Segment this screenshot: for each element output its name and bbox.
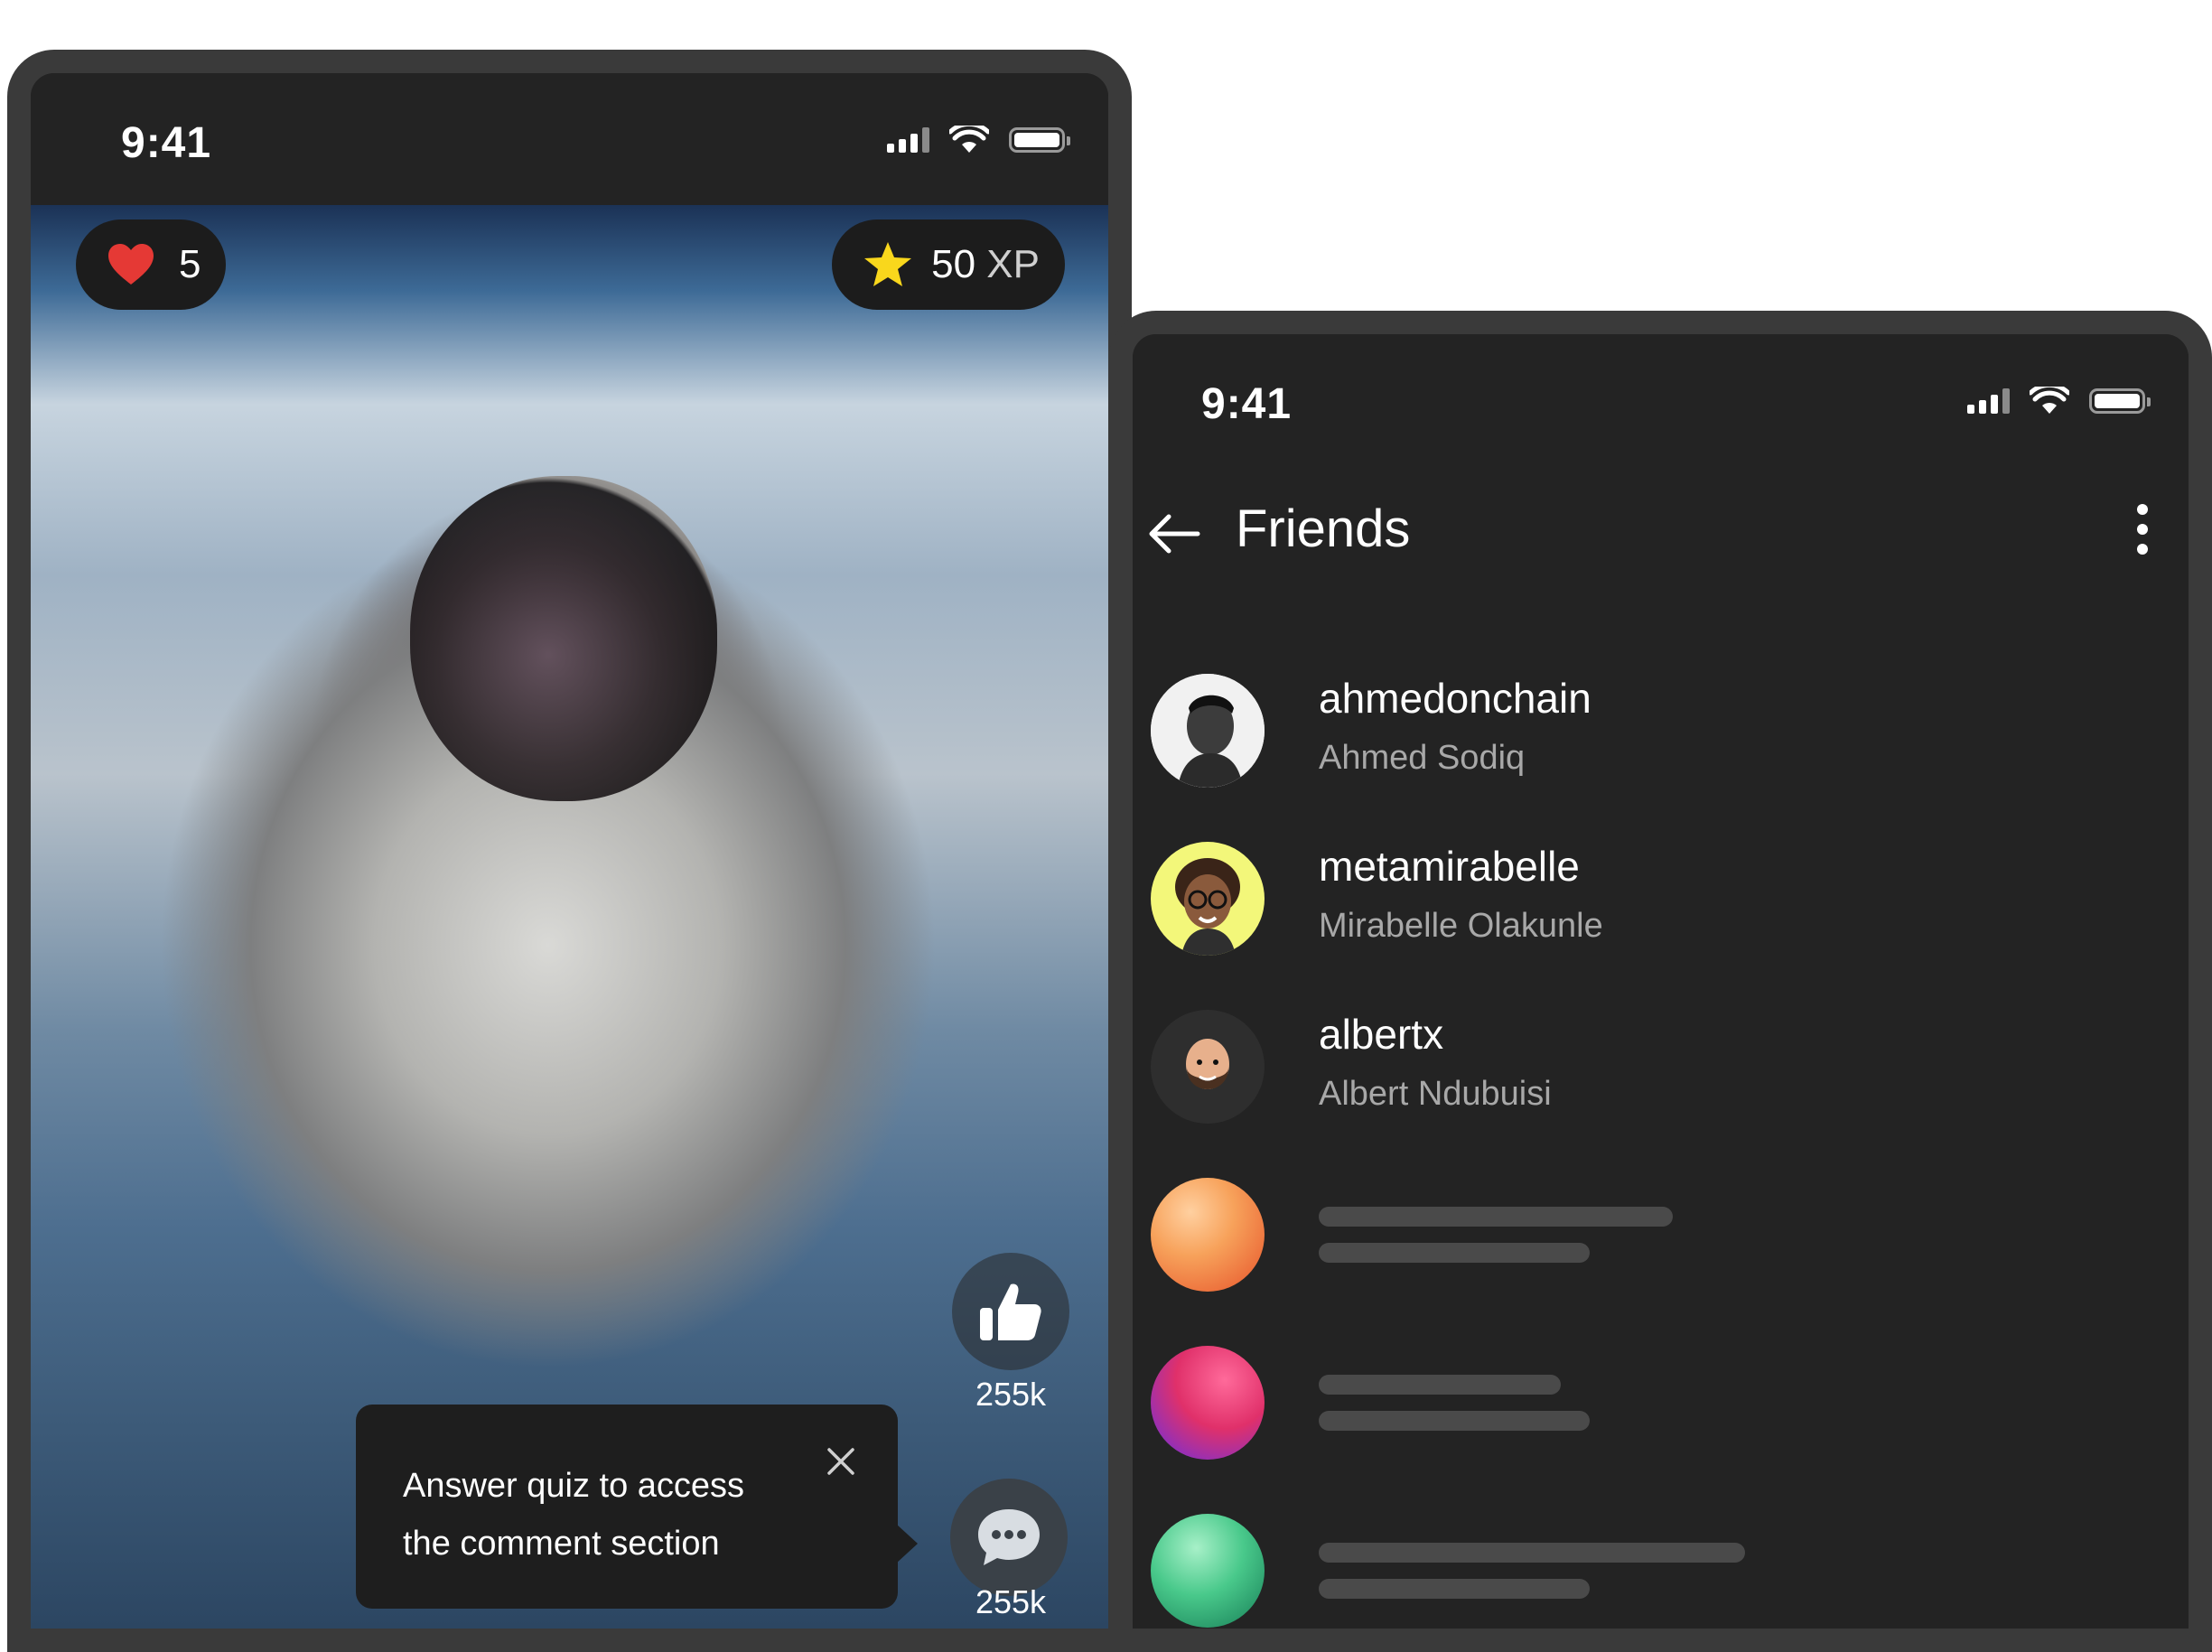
- cellular-signal-icon: [887, 127, 929, 153]
- status-time: 9:41: [1201, 380, 1293, 428]
- skeleton-line: [1319, 1375, 1561, 1395]
- friend-username: ahmedonchain: [1319, 675, 1591, 722]
- heart-icon: [108, 244, 154, 285]
- video-player[interactable]: 5 50 XP 255k 255k Answer quiz to access …: [31, 205, 1108, 1629]
- skeleton-line: [1319, 1411, 1590, 1431]
- arrow-left-icon[interactable]: [1147, 511, 1201, 556]
- friend-item[interactable]: albertx Albert Ndubuisi: [1133, 1010, 2189, 1145]
- page-title: Friends: [1236, 499, 1411, 558]
- skeleton-line: [1319, 1243, 1590, 1263]
- comment-locked-tooltip: Answer quiz to access the comment sectio…: [356, 1405, 918, 1609]
- battery-icon: [2089, 388, 2151, 414]
- comment-button[interactable]: [950, 1479, 1068, 1596]
- star-icon: [864, 242, 912, 286]
- status-icons: [1967, 387, 2151, 415]
- avatar-memoji: [1151, 1010, 1265, 1124]
- lives-count: 5: [179, 242, 201, 286]
- friend-item[interactable]: metamirabelle Mirabelle Olakunle: [1133, 842, 2189, 977]
- avatar-memoji: [1151, 842, 1265, 956]
- avatar: [1151, 674, 1265, 788]
- status-bar: 9:41: [31, 73, 1108, 205]
- skeleton-line: [1319, 1207, 1673, 1227]
- friend-item-loading: [1133, 1346, 2189, 1481]
- status-icons: [887, 126, 1070, 154]
- tooltip-line-1: Answer quiz to access: [403, 1467, 745, 1505]
- skeleton-line: [1319, 1543, 1745, 1563]
- avatar: [1151, 1010, 1265, 1124]
- close-icon[interactable]: [824, 1444, 858, 1479]
- friends-phone-screen: 9:41 Friends ahmedonchain Ahmed Sodiq me…: [1109, 311, 2212, 1652]
- avatar-placeholder: [1151, 1514, 1265, 1628]
- more-vertical-icon[interactable]: [2129, 502, 2156, 556]
- status-time: 9:41: [121, 119, 212, 167]
- friend-username: albertx: [1319, 1011, 1444, 1058]
- like-button[interactable]: [952, 1253, 1069, 1370]
- skeleton-line: [1319, 1579, 1590, 1599]
- chat-bubble-icon: [978, 1509, 1040, 1565]
- avatar-placeholder: [1151, 1178, 1265, 1292]
- video-frame-astronaut: [410, 476, 717, 801]
- lives-badge: 5: [76, 219, 227, 310]
- battery-icon: [1009, 127, 1070, 153]
- comment-count: 255k: [975, 1583, 1047, 1620]
- friend-full-name: Albert Ndubuisi: [1319, 1075, 1552, 1113]
- friend-full-name: Ahmed Sodiq: [1319, 739, 1526, 777]
- friend-item-loading: [1133, 1178, 2189, 1313]
- friend-username: metamirabelle: [1319, 843, 1580, 890]
- status-bar: 9:41: [1133, 334, 2189, 466]
- cellular-signal-icon: [1967, 388, 2010, 414]
- wifi-icon: [949, 126, 989, 153]
- xp-badge: 50 XP: [832, 219, 1065, 310]
- friend-item-loading: [1133, 1514, 2189, 1629]
- tooltip-line-2: the comment section: [403, 1525, 720, 1563]
- avatar-photo: [1151, 674, 1265, 788]
- avatar-placeholder: [1151, 1346, 1265, 1460]
- friend-full-name: Mirabelle Olakunle: [1319, 907, 1603, 945]
- wifi-icon: [2030, 387, 2069, 414]
- friend-item[interactable]: ahmedonchain Ahmed Sodiq: [1133, 674, 2189, 809]
- friends-header: Friends: [1133, 466, 2189, 602]
- video-phone-screen: 9:41 5 50 XP 255k 255k Answer quiz to ac…: [7, 50, 1132, 1652]
- avatar: [1151, 842, 1265, 956]
- like-count: 255k: [975, 1376, 1047, 1413]
- xp-value: 50 XP: [931, 242, 1040, 286]
- thumbs-up-icon: [980, 1283, 1041, 1340]
